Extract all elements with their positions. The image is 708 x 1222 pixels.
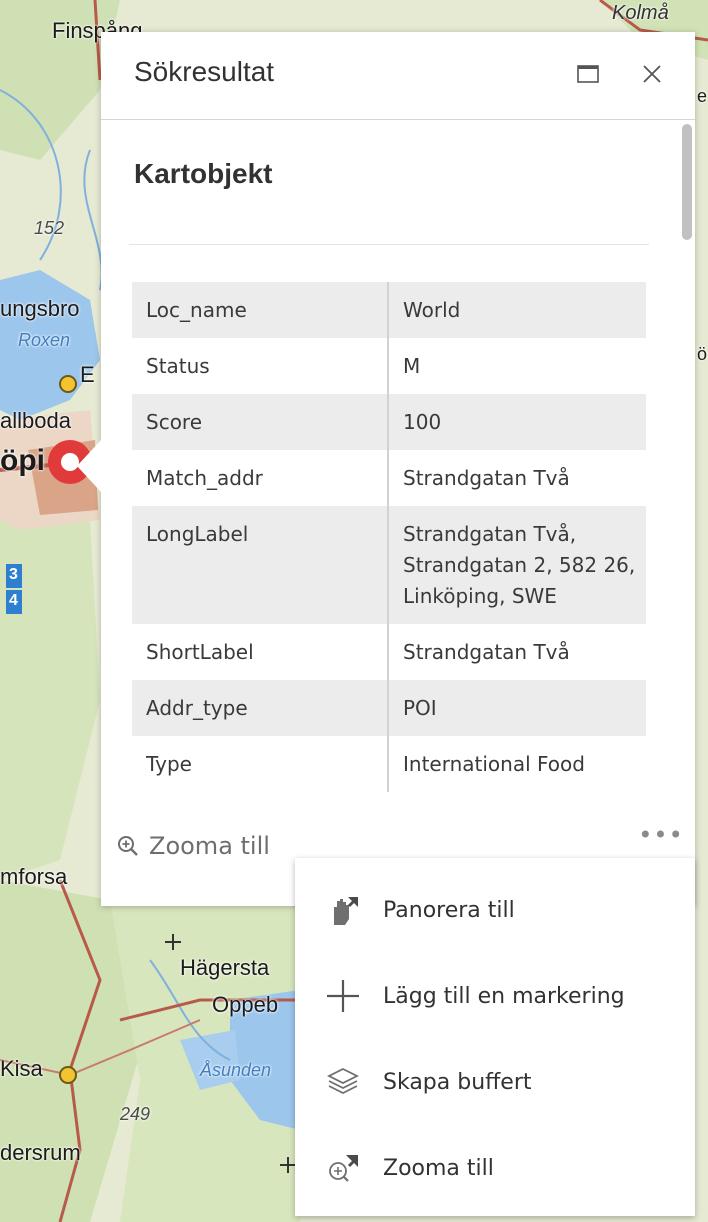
map-label-asunden: Åsunden [200, 1060, 272, 1080]
map-label-edge-ne: e [697, 86, 708, 106]
table-row: Type International Food [132, 736, 646, 792]
table-row: ShortLabel Strandgatan Två [132, 624, 646, 680]
map-label-ljungsbro: ungsbro [0, 296, 80, 321]
search-result-popup: Sökresultat Kartobjekt Loc_name World St… [77, 32, 695, 906]
table-row: Score 100 [132, 394, 646, 450]
map-label-vallboda: allboda [0, 408, 71, 433]
zoom-to-link[interactable]: Zooma till [117, 832, 270, 860]
attribute-value: World [403, 298, 461, 322]
map-label-edge-e: ö [697, 344, 708, 364]
popup-scrollbar[interactable] [679, 120, 693, 820]
attribute-key: ShortLabel [132, 624, 389, 680]
zoom-in-icon [118, 836, 138, 856]
attribute-key: Loc_name [132, 282, 389, 338]
map-label-vardersrum: dersrum [0, 1140, 81, 1165]
table-row: LongLabel Strandgatan Två, Strandgatan 2… [132, 506, 646, 624]
map-label-oppeby: Oppeb [212, 992, 279, 1017]
map-label-e: E [80, 362, 95, 387]
route-shield-4: 4 [9, 592, 18, 609]
map-label-elevation-152: 152 [34, 218, 65, 238]
attribute-key: LongLabel [132, 506, 389, 624]
table-row: Match_addr Strandgatan Två [132, 450, 646, 506]
menu-item-create-buffer[interactable]: Skapa buffert [295, 1042, 695, 1122]
menu-item-add-marker[interactable]: Lägg till en markering [295, 956, 695, 1036]
plus-icon [321, 974, 365, 1018]
route-shield-3: 3 [9, 566, 18, 583]
menu-item-label: Skapa buffert [383, 1069, 532, 1095]
attribute-value: Strandgatan Två [403, 640, 570, 664]
table-row: Addr_type POI [132, 680, 646, 736]
attribute-value: POI [403, 696, 437, 720]
attribute-value: Strandgatan Två, Strandgatan 2, 582 26, … [403, 522, 636, 608]
dock-icon [577, 65, 599, 83]
menu-item-zoom-to[interactable]: Zooma till [295, 1128, 695, 1208]
map-label-kisa: Kisa [0, 1056, 43, 1081]
attribute-key: Type [132, 736, 389, 792]
popup-body[interactable]: Kartobjekt Loc_name World Status M Score… [101, 120, 695, 820]
popup-pointer [77, 440, 101, 492]
section-divider [129, 244, 649, 245]
attribute-key: Score [132, 394, 389, 450]
map-label-elevation-249: 249 [120, 1104, 151, 1124]
attribute-key: Status [132, 338, 389, 394]
popup-header: Sökresultat [101, 32, 695, 120]
attribute-value: Strandgatan Två [403, 466, 570, 490]
menu-item-label: Panorera till [383, 897, 515, 923]
zoom-to-icon [321, 1146, 365, 1190]
popup-title: Sökresultat [134, 56, 275, 87]
feature-section-title: Kartobjekt [134, 158, 273, 189]
map-label-linkoping: öpi [0, 444, 45, 477]
attribute-value: International Food [403, 752, 585, 776]
zoom-to-label: Zooma till [149, 832, 270, 860]
more-actions-button[interactable]: ••• [638, 820, 683, 850]
map-label-rimforsa: mforsa [0, 864, 68, 889]
attribute-key: Addr_type [132, 680, 389, 736]
action-menu: Panorera till Lägg till en markering Ska… [295, 858, 695, 1216]
layers-icon [321, 1060, 365, 1104]
scrollbar-thumb[interactable] [682, 124, 692, 240]
menu-item-label: Zooma till [383, 1155, 494, 1181]
table-row: Status M [132, 338, 646, 394]
table-row: Loc_name World [132, 282, 646, 338]
close-icon [643, 65, 661, 83]
attribute-table: Loc_name World Status M Score 100 Match_… [132, 282, 646, 792]
pan-hand-icon [321, 888, 365, 932]
map-label-roxen: Roxen [18, 330, 71, 350]
map-label-hagerstad: Hägersta [180, 955, 270, 980]
attribute-key: Match_addr [132, 450, 389, 506]
attribute-value: 100 [403, 410, 442, 434]
attribute-value: M [403, 354, 421, 378]
menu-item-pan-to[interactable]: Panorera till [295, 870, 695, 950]
menu-item-label: Lägg till en markering [383, 983, 625, 1009]
dock-button[interactable] [572, 58, 604, 90]
map-label-kolmarden: Kolmå [612, 2, 669, 24]
close-button[interactable] [636, 58, 668, 90]
